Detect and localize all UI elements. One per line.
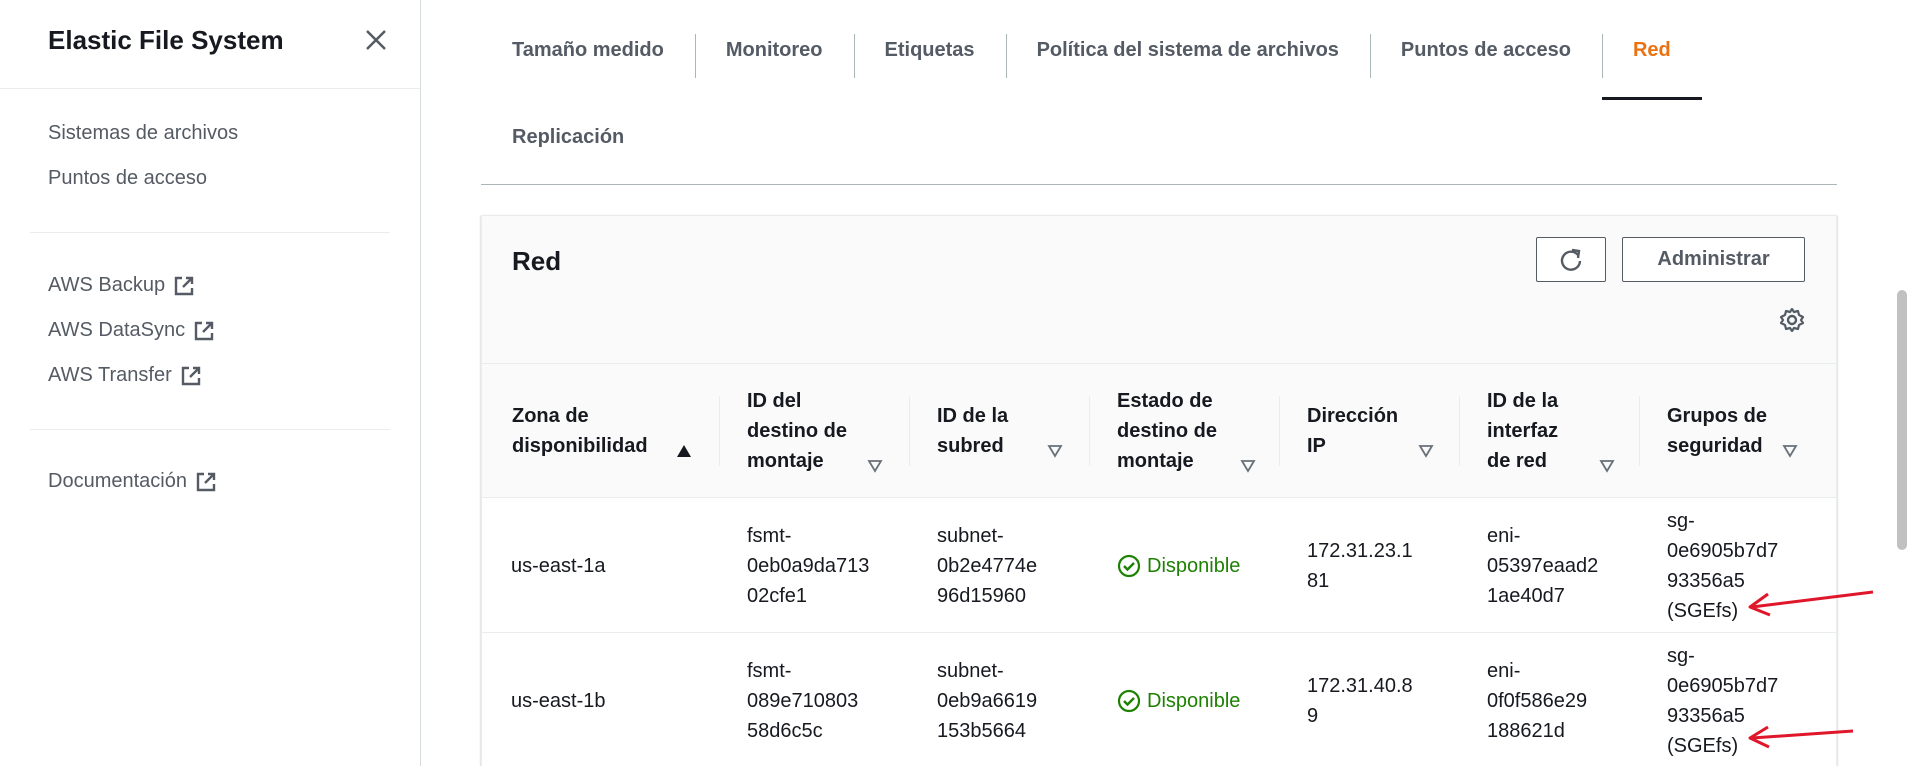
column-header-security-groups[interactable]: Grupos de seguridad [1667, 364, 1807, 498]
close-icon[interactable] [362, 26, 390, 54]
sidebar-item-label: Puntos de acceso [48, 167, 207, 189]
cell-availability-zone: us-east-1b [511, 689, 606, 712]
sidebar-item-label: Documentación [48, 470, 187, 492]
side-navigation: Elastic File System Sistemas de archivos… [0, 0, 421, 766]
column-separator [1639, 396, 1640, 466]
cell-status: Disponible [1117, 498, 1240, 633]
sidebar-item-label: AWS Backup [48, 274, 166, 296]
sidebar-item-aws-backup[interactable]: AWS Backup [48, 274, 195, 297]
sidebar-title: Elastic File System [48, 25, 284, 55]
cell-subnet-id: subnet- 0eb9a6619 153b5664 [937, 659, 1038, 742]
external-link-icon [194, 321, 214, 340]
table-header: Zona de disponibilidad ID del destino de mo… [482, 364, 1836, 498]
column-separator [1089, 396, 1090, 466]
annotation-arrow [1748, 590, 1874, 617]
external-link-icon [181, 366, 200, 385]
sidebar-item-label: Sistemas de archivos [48, 122, 239, 144]
sidebar-divider [30, 429, 390, 430]
sidebar-item-file-systems[interactable]: Sistemas de archivos [48, 122, 238, 145]
sidebar-item-documentation[interactable]: Documentación [48, 470, 217, 493]
sort-icon[interactable] [867, 459, 883, 473]
scrollbar-thumb[interactable] [1897, 290, 1907, 550]
cell-mount-target-id: fsmt- 089e710803 58d6c5c [747, 659, 859, 742]
cell-subnet-id: subnet- 0b2e4774e 96d15960 [937, 524, 1038, 607]
column-header-ip-address[interactable]: Dirección IP [1307, 364, 1447, 498]
gear-icon[interactable] [1778, 306, 1806, 334]
network-panel: Red Administrar Zona de disponibilidad ID [481, 215, 1837, 766]
sidebar-header: Elastic File System [0, 0, 420, 89]
tab-metered-size[interactable]: Tamaño medido [481, 0, 695, 100]
sidebar-item-label: AWS Transfer [48, 364, 172, 386]
sidebar-item-aws-datasync[interactable]: AWS DataSync [48, 319, 215, 342]
cell-ip-address: 172.31.23.1 81 [1307, 539, 1413, 592]
cell-network-interface-id: eni- 05397eaad2 1ae40d7 [1487, 524, 1599, 607]
status-indicator: Disponible [1117, 551, 1240, 581]
main-content: Tamaño medido Monitoreo Etiquetas Políti… [422, 0, 1907, 766]
external-link-icon [174, 276, 194, 295]
column-header-mount-target-state[interactable]: Estado de destino de montaje [1117, 364, 1257, 498]
manage-button[interactable]: Administrar [1622, 237, 1805, 282]
column-header-subnet-id[interactable]: ID de la subred [937, 364, 1077, 498]
tab-access-points[interactable]: Puntos de acceso [1369, 0, 1602, 100]
tab-replication[interactable]: Replicación [512, 126, 624, 149]
refresh-icon [1560, 248, 1582, 271]
cell-availability-zone: us-east-1a [511, 554, 606, 577]
tabs-divider [481, 184, 1837, 185]
sort-icon[interactable] [1599, 459, 1615, 473]
refresh-button[interactable] [1536, 237, 1606, 282]
tab-tags[interactable]: Etiquetas [853, 0, 1006, 100]
cell-network-interface-id: eni- 0f0f586e29 188621d [1487, 659, 1588, 742]
status-indicator: Disponible [1117, 686, 1240, 716]
check-circle-icon [1117, 554, 1141, 577]
sort-icon[interactable] [1047, 444, 1063, 458]
sidebar-item-aws-transfer[interactable]: AWS Transfer [48, 364, 202, 387]
column-separator [1279, 396, 1280, 466]
tab-monitoring[interactable]: Monitoreo [694, 0, 854, 100]
column-header-mount-target-id[interactable]: ID del destino de montaje [747, 364, 887, 498]
sidebar-item-access-points[interactable]: Puntos de acceso [48, 167, 207, 190]
column-header-availability-zone[interactable]: Zona de disponibilidad [512, 364, 692, 498]
sidebar-item-label: AWS DataSync [48, 319, 186, 341]
status-text: Disponible [1147, 554, 1241, 577]
cell-ip-address: 172.31.40.8 9 [1307, 674, 1413, 727]
column-separator [719, 396, 720, 466]
sort-icon[interactable] [1782, 444, 1798, 458]
sort-ascending-icon[interactable] [676, 444, 692, 458]
column-header-network-interface-id[interactable]: ID de la interfaz de red [1487, 364, 1627, 498]
tab-network[interactable]: Red [1601, 0, 1702, 100]
external-link-icon [196, 472, 216, 491]
tab-list: Tamaño medido Monitoreo Etiquetas Políti… [481, 0, 1702, 100]
table-row: us-east-1b fsmt- 089e710803 58d6c5c subnet… [482, 633, 1836, 766]
annotation-arrow [1748, 725, 1854, 749]
cell-mount-target-id: fsmt- 0eb0a9da713 02cfe1 [747, 524, 870, 607]
cell-status: Disponible [1117, 633, 1240, 766]
sort-icon[interactable] [1240, 459, 1256, 473]
sort-icon[interactable] [1418, 444, 1434, 458]
panel-header: Red Administrar [482, 216, 1836, 364]
tab-file-system-policy[interactable]: Política del sistema de archivos [1005, 0, 1370, 100]
column-separator [1459, 396, 1460, 466]
sidebar-divider [30, 232, 390, 233]
check-circle-icon [1117, 689, 1141, 712]
column-separator [909, 396, 910, 466]
status-text: Disponible [1147, 689, 1241, 712]
table-row: us-east-1a fsmt- 0eb0a9da713 02cfe1 subnet… [482, 498, 1836, 633]
panel-title: Red [512, 246, 562, 276]
